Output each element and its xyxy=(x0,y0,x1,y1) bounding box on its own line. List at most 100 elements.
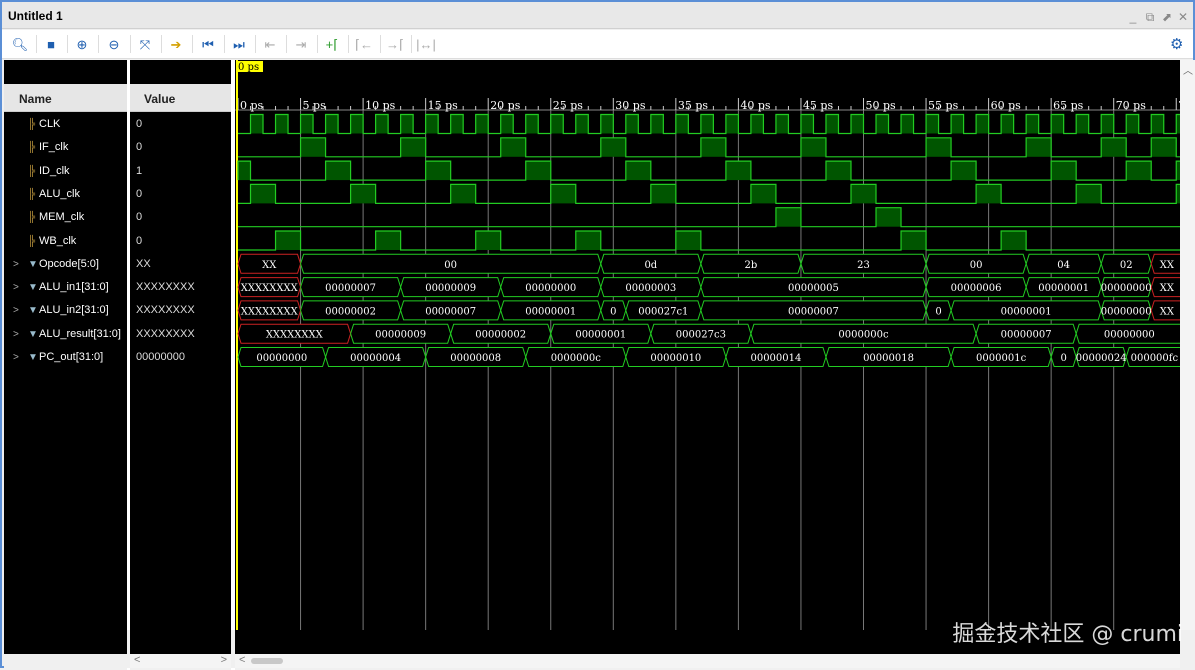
save-icon[interactable]: ■ xyxy=(41,35,61,55)
waveform-canvas[interactable]: 0 ps 5 ps 10 ps 15 ps 20 ps 25 ps 30 ps 35 ps 40… xyxy=(235,60,1185,630)
expand-chevron-icon[interactable]: > xyxy=(13,253,19,276)
bus-value-label: 0000001c xyxy=(976,353,1027,364)
waveform-alu_in1: XXXXXXXX 00000007 00000009 00000000 00000003… xyxy=(237,277,1184,298)
toolbar-separator xyxy=(411,35,412,53)
wave-high-pulse xyxy=(1076,114,1089,134)
wave-high-pulse xyxy=(876,207,902,227)
signal-row[interactable]: ╠ ALU_clk xyxy=(4,183,127,206)
bus-value-label: 0000000c xyxy=(838,330,889,341)
close-icon[interactable]: ✕ xyxy=(1176,10,1190,24)
bit-signal-icon: ╠ xyxy=(28,188,36,200)
wave-high-pulse xyxy=(901,114,914,134)
zoom-fit-icon[interactable]: ⤧ xyxy=(135,35,155,55)
signal-row[interactable]: ╠ IF_clk xyxy=(4,136,127,159)
swap-cursors-icon[interactable]: |↔| xyxy=(416,35,436,55)
signal-value-row[interactable]: XX xyxy=(130,253,231,276)
expand-chevron-icon[interactable]: > xyxy=(13,276,19,299)
next-marker-icon[interactable]: →⌈ xyxy=(385,35,405,55)
go-to-time-zero-icon[interactable]: ⏮ xyxy=(198,35,218,55)
scroll-up-icon[interactable]: ︿ xyxy=(1183,62,1193,77)
previous-marker-icon[interactable]: ⌈← xyxy=(354,35,374,55)
bus-value-label: 00000018 xyxy=(863,353,914,364)
signal-name: ID_clk xyxy=(39,164,70,177)
restore-icon[interactable]: ⧉ xyxy=(1143,10,1157,25)
ruler-label: 30 ps xyxy=(615,99,646,112)
signal-value-row[interactable]: XXXXXXXX xyxy=(130,276,231,299)
value-horizontal-scrollbar[interactable]: < > xyxy=(130,654,231,668)
bus-value-label: 00000009 xyxy=(425,283,476,294)
expand-chevron-icon[interactable]: > xyxy=(13,323,19,346)
wave-high-pulse xyxy=(800,137,826,157)
bus-value-label: 0 xyxy=(1060,353,1066,364)
gear-icon[interactable]: ⚙ xyxy=(1170,35,1183,53)
wave-horizontal-scrollbar[interactable]: < xyxy=(235,654,1180,668)
waveform-id_clk xyxy=(237,160,1184,181)
ruler-label: 15 ps xyxy=(428,99,459,112)
bus-value-label: 000000fc xyxy=(1131,353,1179,364)
zoom-in-icon[interactable]: ⊕ xyxy=(72,35,92,55)
scroll-left-icon[interactable]: < xyxy=(239,654,245,666)
toolbar-separator xyxy=(192,35,193,53)
ruler-label: 45 ps xyxy=(803,99,834,112)
signal-value-row[interactable]: XXXXXXXX xyxy=(130,323,231,346)
go-to-cursor-icon[interactable]: ➔ xyxy=(166,35,186,55)
value-column-header[interactable]: Value xyxy=(130,84,231,112)
maximize-icon[interactable]: ⬈ xyxy=(1160,10,1174,24)
signal-value-row[interactable]: 0 xyxy=(130,183,231,206)
minimize-icon[interactable]: _ xyxy=(1126,10,1140,24)
wave-high-pulse xyxy=(625,161,651,181)
signal-row[interactable]: ╠ CLK xyxy=(4,113,127,136)
wave-high-pulse xyxy=(475,114,489,134)
signal-row[interactable]: > ▼ ALU_in1[31:0] xyxy=(4,276,127,299)
zoom-out-icon[interactable]: ⊖ xyxy=(104,35,124,55)
bus-value-label: 00000007 xyxy=(1001,330,1052,341)
bus-value-label: 00000000 xyxy=(256,353,307,364)
signal-value-row[interactable]: 0 xyxy=(130,113,231,136)
vertical-scrollbar[interactable]: ︿ xyxy=(1180,60,1195,630)
bus-value-label: 02 xyxy=(1120,260,1133,271)
bit-signal-icon: ╠ xyxy=(28,142,36,154)
signal-value-row[interactable]: 0 xyxy=(130,230,231,253)
wave-high-pulse xyxy=(300,137,326,157)
bus-value-label: 00 xyxy=(970,260,983,271)
toolbar-separator xyxy=(255,35,256,53)
scroll-right-icon[interactable]: > xyxy=(221,654,227,666)
signal-value-row[interactable]: XXXXXXXX xyxy=(130,299,231,322)
expand-chevron-icon[interactable]: > xyxy=(13,299,19,322)
go-to-last-time-icon[interactable]: ⏭ xyxy=(229,35,249,55)
expand-chevron-icon[interactable]: > xyxy=(13,346,19,369)
ruler-label: 40 ps xyxy=(740,99,771,112)
previous-transition-icon[interactable]: ⇤ xyxy=(260,35,280,55)
ruler-label: 0 ps xyxy=(240,99,264,112)
wave-high-pulse xyxy=(550,184,576,204)
signal-row[interactable]: > ▼ ALU_in2[31:0] xyxy=(4,299,127,322)
signal-value-row[interactable]: 00000000 xyxy=(130,346,231,369)
waveform-area[interactable]: 0 ps 5 ps 10 ps 15 ps 20 ps 25 ps 30 ps 35 ps 40… xyxy=(235,60,1185,630)
bus-value-label: 000027c3 xyxy=(676,330,726,341)
signal-name: ALU_in2[31:0] xyxy=(39,304,109,317)
wave-high-pulse xyxy=(250,114,264,134)
signal-row[interactable]: ╠ MEM_clk xyxy=(4,206,127,229)
signal-value-row[interactable]: 0 xyxy=(130,136,231,159)
bit-signal-icon: ╠ xyxy=(28,165,36,177)
signal-row[interactable]: ╠ WB_clk xyxy=(4,230,127,253)
wave-high-pulse xyxy=(1101,114,1114,134)
wave-high-pulse xyxy=(325,161,351,181)
name-column-header[interactable]: Name xyxy=(4,84,127,112)
wave-high-pulse xyxy=(850,114,864,134)
next-transition-icon[interactable]: ⇥ xyxy=(291,35,311,55)
signal-row[interactable]: > ▼ ALU_result[31:0] xyxy=(4,323,127,346)
scroll-left-icon[interactable]: < xyxy=(134,654,140,666)
search-icon[interactable]: 🔍︎ xyxy=(10,35,30,55)
wave-high-pulse xyxy=(800,114,814,134)
signal-row[interactable]: ╠ ID_clk xyxy=(4,160,127,183)
signal-value-row[interactable]: 0 xyxy=(130,206,231,229)
signal-row[interactable]: > ▼ PC_out[31:0] xyxy=(4,346,127,369)
waveform-clk xyxy=(238,113,1184,135)
signal-value-row[interactable]: 1 xyxy=(130,160,231,183)
ruler-label: 55 ps xyxy=(928,99,959,112)
wave-high-pulse xyxy=(1001,114,1014,134)
add-marker-icon[interactable]: +⌈ xyxy=(322,35,342,55)
signal-row[interactable]: > ▼ Opcode[5:0] xyxy=(4,253,127,276)
scroll-thumb[interactable] xyxy=(251,658,283,664)
